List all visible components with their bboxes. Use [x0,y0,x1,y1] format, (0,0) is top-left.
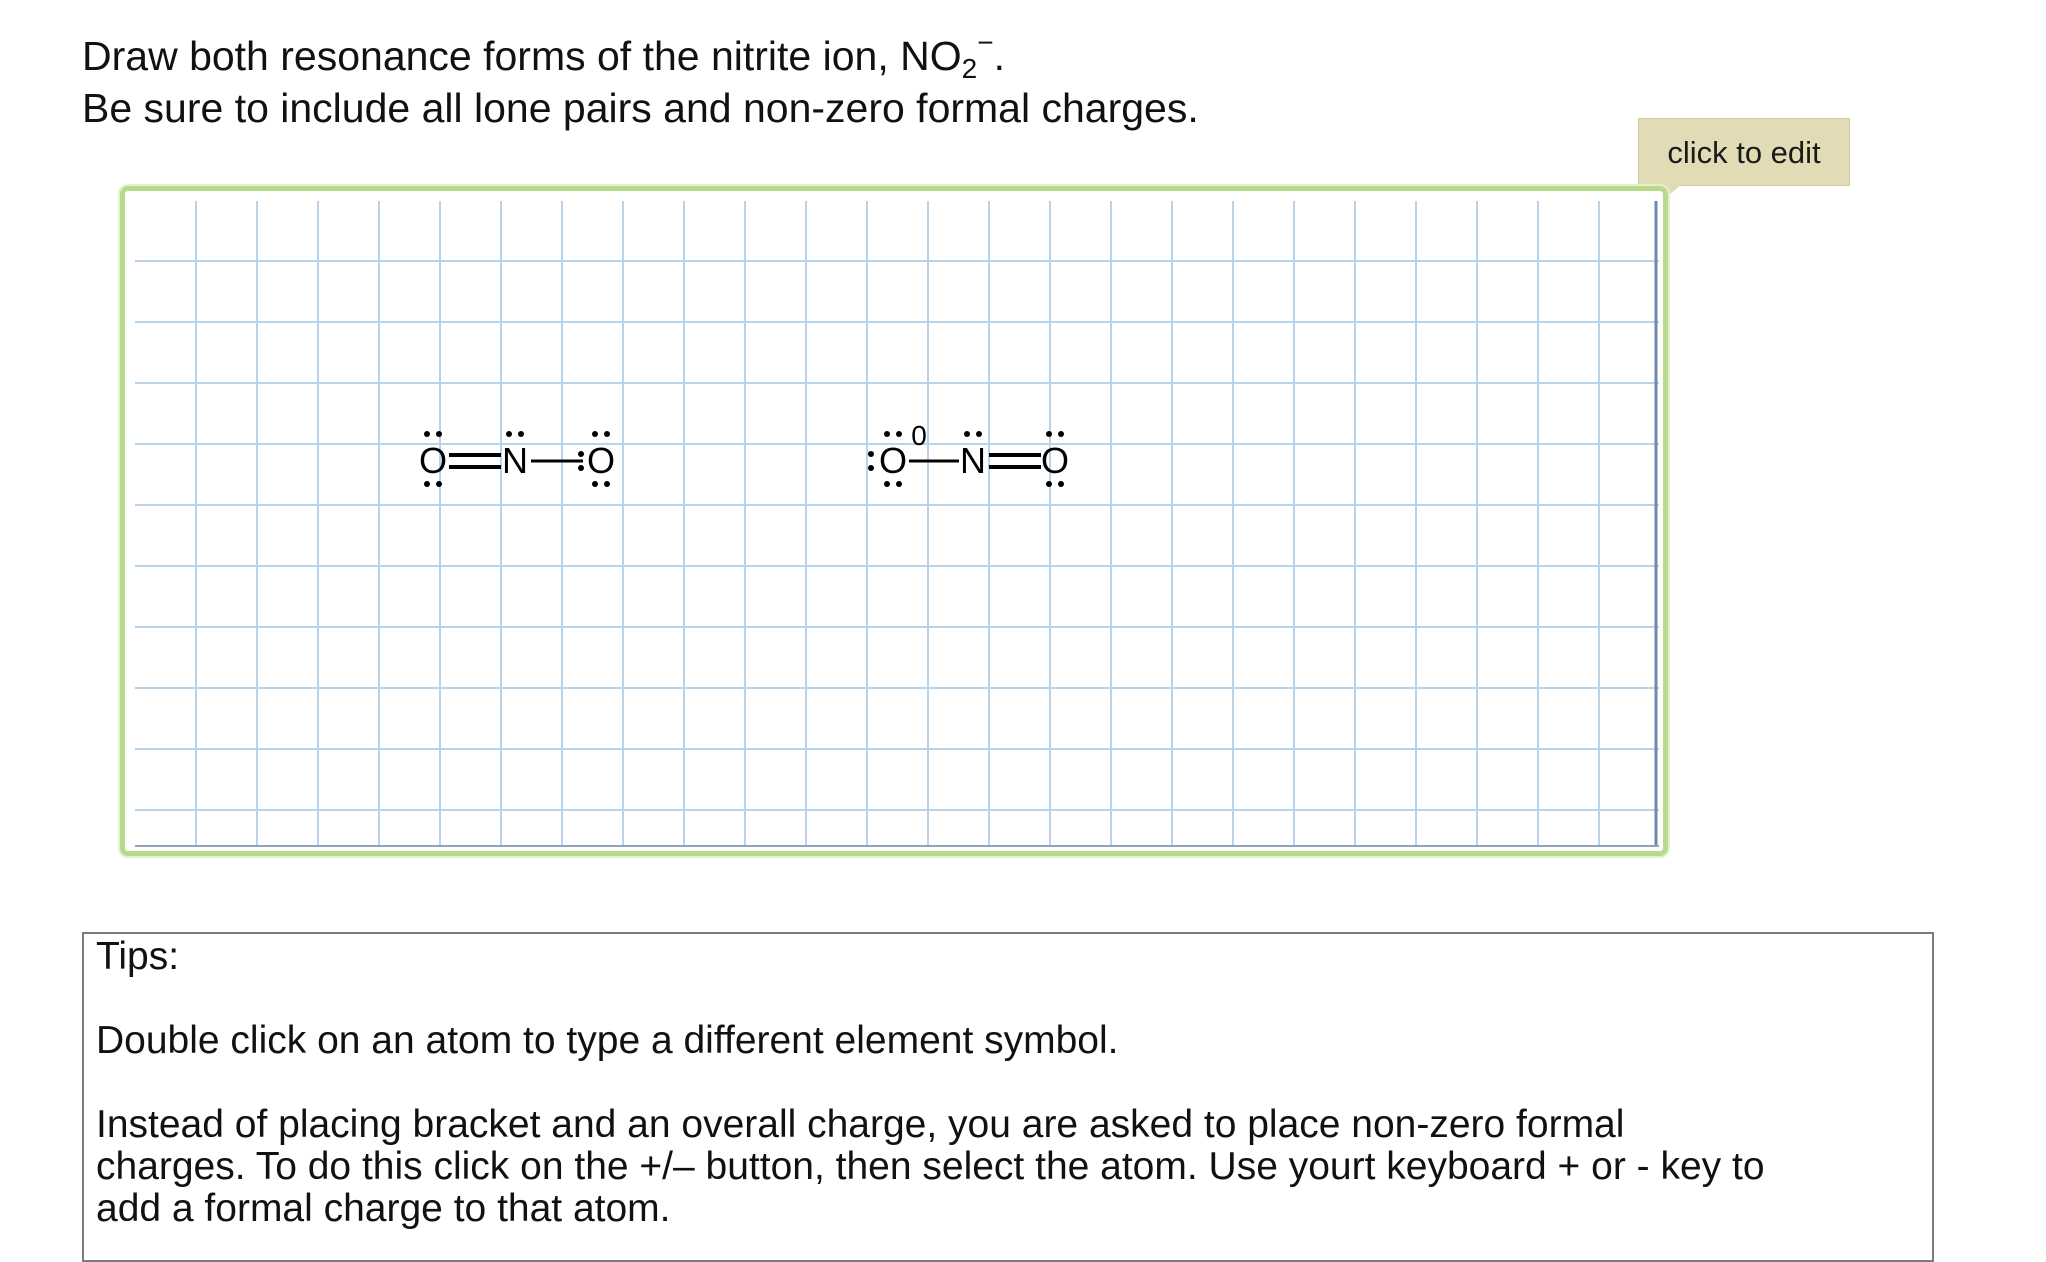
subscript-two: 2 [961,53,978,84]
atom-oxygen: O [879,440,907,481]
question-period: . [993,33,1005,79]
formal-charge-label: 0 [911,420,927,451]
atom-oxygen: O [1041,440,1069,481]
molecule-layer: O N O O N O 0 [419,420,1069,487]
atom-oxygen: O [587,440,615,481]
tips-title: Tips: [96,935,180,978]
atom-nitrogen: N [502,440,528,481]
question-line-2: Be sure to include all lone pairs and no… [82,85,1199,131]
tip-formal-charge-line-3: add a formal charge to that atom. [96,1187,671,1230]
charge-superscript: − [977,27,994,58]
tip-formal-charge-line-2: charges. To do this click on the +/– but… [96,1145,1765,1188]
drawing-canvas[interactable]: O N O O N O 0 [120,186,1668,856]
tips-box: Tips: Double click on an atom to type a … [82,932,1934,1262]
tip-element-symbol: Double click on an atom to type a differ… [96,1019,1119,1062]
atom-oxygen: O [419,440,447,481]
click-to-edit-callout[interactable]: click to edit [1638,118,1850,186]
question-text: Draw both resonance forms of the nitrite… [82,33,962,79]
tip-formal-charge-line-1: Instead of placing bracket and an overal… [96,1103,1625,1146]
question-line-1: Draw both resonance forms of the nitrite… [82,29,1005,83]
resonance-structure-right: O N O 0 [868,420,1069,487]
atom-nitrogen: N [960,440,986,481]
resonance-structure-left: O N O [419,431,615,487]
